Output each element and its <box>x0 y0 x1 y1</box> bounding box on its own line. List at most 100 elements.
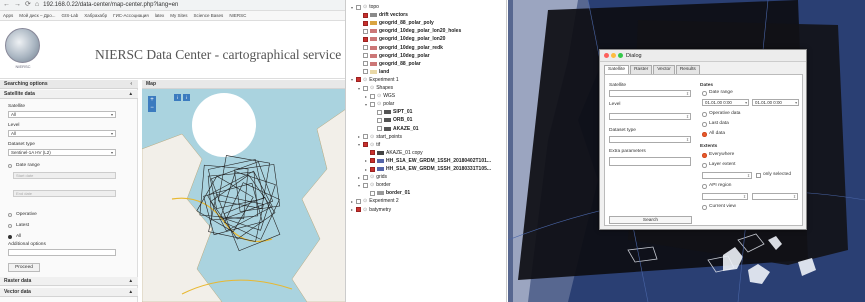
level-select[interactable]: All ▾ <box>8 130 116 137</box>
layer-tree-item[interactable]: geogrid_10deg_polar_lon20 <box>358 35 445 43</box>
layer-visibility-checkbox[interactable] <box>377 109 382 115</box>
layer-visibility-checkbox[interactable] <box>370 190 375 196</box>
layer-tree-item[interactable]: ▸ HH_S1A_EW_GRDM_1SSH_20180331T105... <box>365 165 491 173</box>
layer-combo[interactable]: ⇕ <box>702 172 752 179</box>
map-panel[interactable]: Map + − i i <box>142 80 346 302</box>
layer-visibility-checkbox[interactable] <box>363 36 368 42</box>
layer-visibility-checkbox[interactable] <box>363 61 368 67</box>
layer-visibility-checkbox[interactable] <box>363 85 368 91</box>
layer-tree-item[interactable]: border_01 <box>365 189 410 197</box>
bookmark-item[interactable]: My Sites <box>170 13 187 18</box>
layer-visibility-checkbox[interactable] <box>370 158 375 164</box>
layer-tree-item[interactable]: ▾ ⊙ Shapes <box>358 84 393 92</box>
start-date-input[interactable]: Start date <box>13 172 116 179</box>
vector-section-header[interactable]: Vector data ▴ <box>0 288 138 297</box>
satellite-section-header[interactable]: Satellite data ▴ <box>0 90 138 99</box>
tab-raster[interactable]: Raster <box>630 65 653 74</box>
layer-tree-item[interactable]: geogrid_10deg_polar_lon20_holes <box>358 27 461 35</box>
layer-visibility-checkbox[interactable] <box>363 69 368 75</box>
everywhere-radio[interactable] <box>702 153 707 158</box>
last-data-radio[interactable] <box>702 122 707 127</box>
region-combo-2[interactable]: ⇕ <box>752 193 798 200</box>
latest-radio[interactable] <box>8 224 12 228</box>
bookmark-item[interactable]: GIS-Lab <box>62 13 79 18</box>
extra-parameters-input[interactable] <box>609 157 691 166</box>
layer-tree-item[interactable]: geogrid_88_polar <box>358 60 421 68</box>
minimize-window-icon[interactable] <box>611 53 616 58</box>
home-icon[interactable]: ⌂ <box>35 0 39 10</box>
layer-visibility-checkbox[interactable] <box>370 93 375 99</box>
map-tool-button[interactable]: i <box>183 94 190 101</box>
api-region-radio[interactable] <box>702 184 707 189</box>
bookmark-item[interactable]: NIERSC <box>229 13 246 18</box>
url-field[interactable]: 192.168.0.22/data-center/map-center.php?… <box>43 2 178 8</box>
layer-visibility-checkbox[interactable] <box>356 77 361 83</box>
date-from-input[interactable]: 01.01.00 0:00 ▾ <box>702 99 749 106</box>
layer-visibility-checkbox[interactable] <box>363 53 368 59</box>
layer-tree-item[interactable]: AKAZE_01 <box>372 125 419 133</box>
current-view-radio[interactable] <box>702 205 707 210</box>
date-range-radio[interactable] <box>8 164 12 168</box>
layer-visibility-checkbox[interactable] <box>363 20 368 26</box>
map-tool-button[interactable]: i <box>174 94 181 101</box>
maximize-window-icon[interactable] <box>618 53 623 58</box>
layer-tree-item[interactable]: ▸ ⊙ WGS <box>365 92 395 100</box>
layer-visibility-checkbox[interactable] <box>363 142 368 148</box>
layer-tree-item[interactable]: ORB_01 <box>372 116 412 124</box>
additional-options-input[interactable] <box>8 249 116 256</box>
dialog-titlebar[interactable]: Dialog <box>600 50 806 62</box>
layer-visibility-checkbox[interactable] <box>356 4 361 10</box>
layer-tree-item[interactable]: ▾ ⊙ border <box>358 181 391 189</box>
layer-tree-item[interactable]: geogrid_10deg_polar_redk <box>358 44 443 52</box>
layer-visibility-checkbox[interactable] <box>356 198 361 204</box>
layer-tree-item[interactable]: ▸ HH_S1A_EW_GRDM_1SSH_20180402T101... <box>365 157 491 165</box>
date-range-radio[interactable] <box>702 91 707 96</box>
layer-visibility-checkbox[interactable] <box>370 150 375 156</box>
end-date-input[interactable]: End date <box>13 190 116 197</box>
bookmark-item[interactable]: ГИС-Ассоциация <box>113 13 149 18</box>
tab-satellite[interactable]: Satellite <box>604 65 630 74</box>
back-icon[interactable]: ← <box>3 0 10 10</box>
layer-visibility-checkbox[interactable] <box>363 182 368 188</box>
bookmark-item[interactable]: Мой диск – Дро... <box>19 13 55 18</box>
layer-tree-item[interactable]: geogrid_10deg_polar <box>358 52 430 60</box>
bookmark-item[interactable]: Apps <box>3 13 13 18</box>
layer-visibility-checkbox[interactable] <box>363 174 368 180</box>
layer-visibility-checkbox[interactable] <box>363 12 368 18</box>
collapse-icon[interactable]: ‹ <box>130 80 132 89</box>
layer-tree-item[interactable]: drift vectors <box>358 11 408 19</box>
satellite-combo[interactable]: ⇕ <box>609 90 691 97</box>
satellite-select[interactable]: All ▾ <box>8 111 116 118</box>
operative-data-radio[interactable] <box>702 112 707 117</box>
forward-icon[interactable]: → <box>14 0 21 10</box>
tab-results[interactable]: Results <box>675 65 700 74</box>
layer-tree-item[interactable]: geogrid_88_polar_poly <box>358 19 434 27</box>
layer-tree-item[interactable]: ▾ ⊙ Experiment 1 <box>351 76 399 84</box>
reload-icon[interactable]: ⟳ <box>25 0 31 10</box>
region-combo-1[interactable]: ⇕ <box>702 193 748 200</box>
proceed-button[interactable]: Proceed <box>8 263 40 272</box>
layer-visibility-checkbox[interactable] <box>363 45 368 50</box>
web-map[interactable] <box>142 89 346 302</box>
layer-tree-item[interactable]: AKAZE_01 copy <box>365 149 423 157</box>
layer-tree-item[interactable]: land <box>358 68 389 76</box>
layer-tree-item[interactable]: ▸ ⊙ start_points <box>358 133 402 141</box>
layer-tree-item[interactable]: ▾ ⊙ polar <box>365 100 394 108</box>
zoom-control[interactable]: + − <box>148 96 156 112</box>
bookmark-item[interactable]: Хабрахабр <box>84 13 107 18</box>
bookmark-item[interactable]: latex <box>155 13 165 18</box>
layer-visibility-checkbox[interactable] <box>370 101 375 107</box>
layer-extent-radio[interactable] <box>702 163 707 168</box>
layer-visibility-checkbox[interactable] <box>377 126 382 131</box>
layer-visibility-checkbox[interactable] <box>370 166 375 172</box>
dataset-select[interactable]: Sentinel-1A HV (L2) ▾ <box>8 149 116 156</box>
layer-tree-item[interactable]: SIPT_01 <box>372 108 412 116</box>
tab-vector[interactable]: Vector <box>653 65 675 74</box>
layer-tree-item[interactable]: ▸ ⊙ Experiment 2 <box>351 197 399 205</box>
layer-visibility-checkbox[interactable] <box>356 207 361 212</box>
close-window-icon[interactable] <box>604 53 609 58</box>
all-radio[interactable] <box>8 235 12 239</box>
operative-radio[interactable] <box>8 213 12 217</box>
raster-section-header[interactable]: Raster data ▴ <box>0 277 138 286</box>
search-button[interactable]: Search <box>609 216 692 224</box>
